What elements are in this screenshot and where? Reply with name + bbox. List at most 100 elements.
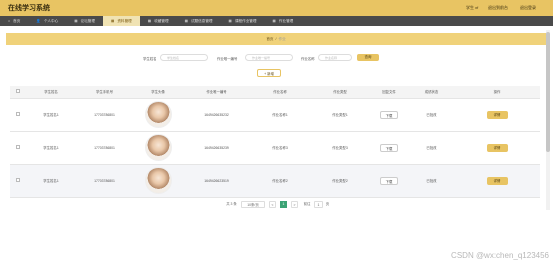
table-row: 学生姓名1 17703786801 1649426635232 作业名称1 作业类型1 下… — [10, 98, 540, 132]
page-unit-label: 页 — [325, 202, 330, 206]
col-header: 作业类型 — [311, 86, 369, 99]
search-button[interactable]: 查询 — [357, 54, 379, 61]
action-cell: 详情 — [454, 131, 540, 165]
action-cell: 详情 — [454, 164, 540, 198]
col-header: 作业唯一编号 — [184, 86, 249, 99]
action-cell: 详情 — [454, 98, 540, 132]
goto-label: 前往 — [303, 202, 311, 206]
table-row: 学生姓名1 17703786801 1649426623519 作业名称2 作业类型2 下… — [10, 164, 540, 198]
nav-item[interactable]: ▦ 作业管理 — [265, 16, 302, 26]
scrollbar[interactable] — [546, 30, 550, 210]
top-nav: ⌂ 首页 👤 个人中心 ▦ 论坛管理 ▦ 资料管理 ▦ 收藏管理 ▦ 试题信息管理 ▦ 课程作业管理 ▦ 作业… — [0, 16, 553, 26]
logout-link[interactable]: 退出登录 — [520, 5, 536, 11]
download-button[interactable]: 下载 — [380, 110, 398, 119]
student-name-cell: 学生姓名1 — [25, 131, 77, 165]
grid-icon: ▦ — [111, 19, 115, 23]
user-icon: 👤 — [36, 19, 41, 23]
avatar-cell — [132, 131, 184, 165]
breadcrumb-home[interactable]: 首页 — [266, 37, 273, 42]
file-cell: 下载 — [369, 131, 409, 165]
breadcrumb-current: 作业 — [278, 36, 286, 41]
row-checkbox[interactable] — [15, 112, 20, 116]
col-header: 回复文件 — [369, 86, 409, 99]
hw-code-cell: 1649426635239 — [184, 131, 249, 165]
grid-icon: ▦ — [74, 19, 78, 23]
nav-item-label: 个人中心 — [43, 18, 59, 23]
hw-name-label: 作业名称 — [301, 57, 315, 61]
prev-page-button[interactable]: < — [269, 201, 276, 208]
detail-button[interactable]: 详情 — [486, 176, 508, 185]
status-cell: 已批改 — [409, 98, 454, 132]
nav-item-label: 收藏管理 — [154, 18, 169, 23]
nav-item-label: 作业管理 — [278, 18, 294, 23]
nav-item-label: 资料管理 — [117, 18, 132, 23]
col-header: 学生手机号 — [77, 86, 132, 99]
nav-item-label: 试题信息管理 — [190, 18, 213, 23]
hw-type-cell: 作业类型1 — [311, 98, 369, 132]
row-checkbox[interactable] — [15, 178, 20, 182]
goto-input[interactable]: 1 — [314, 201, 323, 208]
grid-icon: ▦ — [228, 19, 232, 23]
col-header: 学生头像 — [132, 86, 184, 99]
search-bar: 学生姓名 学生姓名 作业唯一编号 作业唯一编号 作业名称 作业名称 查询 — [0, 53, 553, 63]
nav-item[interactable]: ⌂ 首页 — [0, 16, 28, 26]
nav-item[interactable]: ▦ 论坛管理 — [66, 16, 103, 26]
page-1-button[interactable]: 1 — [280, 201, 287, 208]
student-name-input[interactable]: 学生姓名 — [160, 54, 208, 61]
watermark: CSDN @wx:chen_q123456 — [451, 251, 549, 260]
student-name-cell: 学生姓名1 — [25, 98, 77, 132]
col-header: 学生姓名 — [25, 86, 77, 99]
avatar — [144, 133, 172, 161]
add-button[interactable]: + 新增 — [257, 69, 281, 77]
download-button[interactable]: 下载 — [380, 176, 398, 185]
row-checkbox[interactable] — [15, 145, 20, 149]
hw-name-cell: 作业名称3 — [249, 131, 311, 165]
detail-button[interactable]: 详情 — [486, 110, 508, 119]
hw-code-label: 作业唯一编号 — [217, 57, 238, 61]
grid-icon: ▦ — [147, 19, 152, 23]
hw-type-cell: 作业类型2 — [311, 164, 369, 198]
hw-name-cell: 作业名称1 — [249, 98, 311, 132]
next-page-button[interactable]: > — [291, 201, 298, 208]
status-cell: 已批改 — [409, 164, 454, 198]
student-name-label: 学生姓名 — [143, 57, 157, 61]
col-header: 作业名称 — [249, 86, 311, 99]
nav-item[interactable]: ▦ 课程作业管理 — [221, 16, 265, 26]
nav-item[interactable]: ▦ 资料管理 — [103, 16, 140, 26]
status-cell: 已批改 — [409, 131, 454, 165]
breadcrumb-sep: / — [275, 37, 277, 41]
select-all-checkbox[interactable] — [15, 89, 20, 94]
back-to-front-link[interactable]: 退出到前台 — [488, 5, 508, 11]
pagination: 共 3 条 10条/页 < 1 > 前往 1 页 — [0, 201, 553, 209]
grid-icon: ▦ — [184, 19, 188, 23]
hw-name-cell: 作业名称2 — [249, 164, 311, 198]
file-cell: 下载 — [369, 164, 409, 198]
header-bar: 在线学习系统 学生 xf 退出到前台 退出登录 — [0, 0, 553, 16]
select-all-cell — [10, 86, 25, 99]
table-row: 学生姓名1 17703786801 1649426635239 作业名称3 作业类型3 下… — [10, 131, 540, 165]
hw-code-input[interactable]: 作业唯一编号 — [245, 54, 293, 61]
file-cell: 下载 — [369, 98, 409, 132]
phone-cell: 17703786801 — [77, 164, 132, 198]
scrollbar-thumb[interactable] — [546, 32, 550, 152]
col-header: 成绩状态 — [409, 86, 454, 99]
hw-name-input[interactable]: 作业名称 — [318, 54, 352, 61]
nav-item-label: 课程作业管理 — [234, 18, 257, 23]
nav-item[interactable]: ▦ 试题信息管理 — [177, 16, 221, 26]
user-role: 学生 xf — [466, 5, 479, 10]
phone-cell: 17703786801 — [77, 98, 132, 132]
detail-button[interactable]: 详情 — [486, 143, 508, 152]
student-name-cell: 学生姓名1 — [25, 164, 77, 198]
hw-code-cell: 1649426635232 — [184, 98, 249, 132]
total-count: 共 3 条 — [226, 202, 237, 206]
nav-item[interactable]: 👤 个人中心 — [28, 16, 66, 26]
nav-item[interactable]: ▦ 收藏管理 — [140, 16, 177, 26]
avatar — [144, 166, 172, 194]
page-size-select[interactable]: 10条/页 — [241, 201, 265, 208]
nav-item-label: 首页 — [13, 18, 21, 23]
nav-item-label: 论坛管理 — [80, 18, 95, 23]
download-button[interactable]: 下载 — [380, 143, 398, 152]
hw-code-cell: 1649426623519 — [184, 164, 249, 198]
col-header: 操作 — [454, 86, 540, 99]
phone-cell: 17703786801 — [77, 131, 132, 165]
